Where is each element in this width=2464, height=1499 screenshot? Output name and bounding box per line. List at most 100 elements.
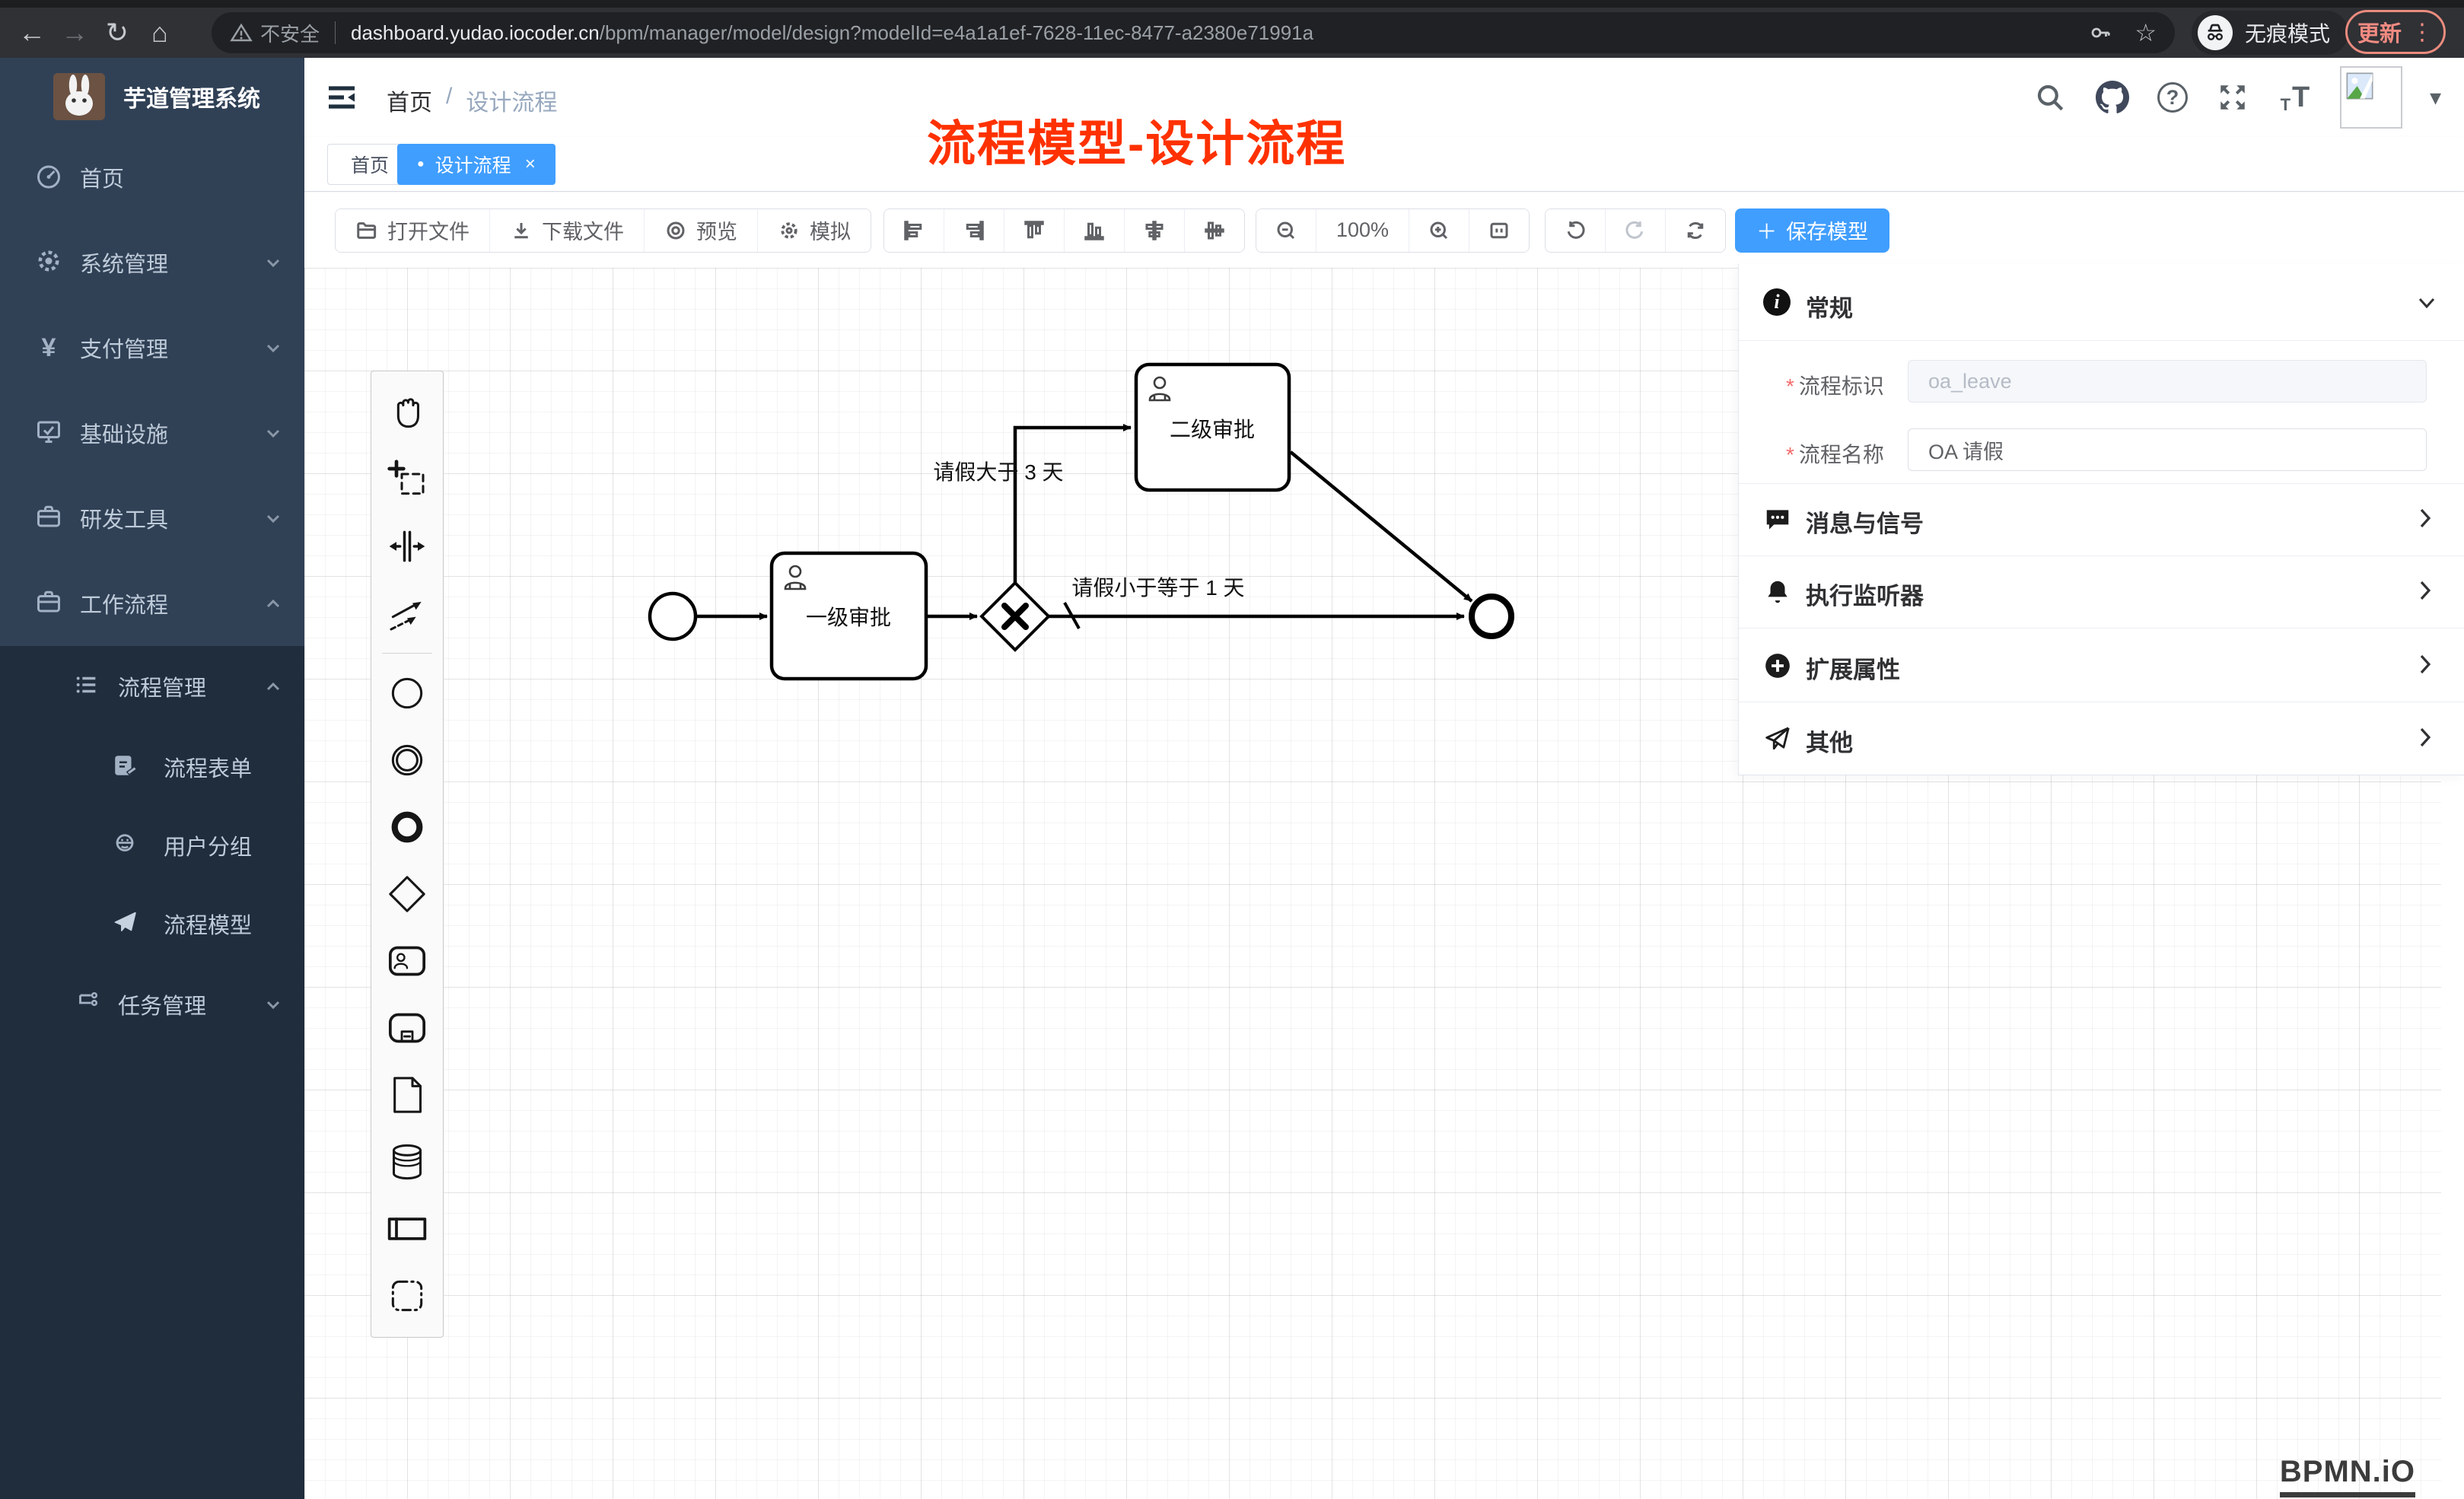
close-icon[interactable]: ×	[525, 154, 536, 175]
url-path: /bpm/manager/model/design?modelId=e4a1a1…	[600, 21, 1313, 45]
sidebar-item-process-mgmt[interactable]: 流程管理	[0, 646, 304, 727]
create-participant-icon[interactable]	[371, 1195, 443, 1262]
panel-section-messages[interactable]: 消息与信号	[1739, 484, 2464, 555]
breadcrumb-home[interactable]: 首页	[387, 84, 432, 117]
process-key-input[interactable]	[1908, 360, 2427, 403]
bookmark-star-icon[interactable]: ☆	[2135, 18, 2157, 47]
bpmn-io-watermark[interactable]: BPMN.iO	[2280, 1455, 2415, 1497]
create-start-event-icon[interactable]	[371, 660, 443, 727]
key-icon[interactable]	[2089, 21, 2112, 44]
panel-section-other[interactable]: 其他	[1739, 703, 2464, 775]
sidebar-item-workflow[interactable]: 工作流程	[0, 561, 304, 646]
create-subprocess-icon[interactable]	[371, 995, 443, 1061]
create-gateway-icon[interactable]	[371, 861, 443, 928]
create-end-event-icon[interactable]	[371, 794, 443, 861]
panel-section-extensions[interactable]: 扩展属性	[1739, 630, 2464, 702]
lasso-tool-icon[interactable]	[371, 446, 443, 513]
divider	[1739, 628, 2464, 629]
divider	[335, 21, 336, 44]
zoom-level[interactable]: 100%	[1316, 209, 1409, 252]
bpmn-palette	[371, 371, 444, 1338]
align-center-button[interactable]	[1125, 209, 1185, 252]
sidebar-item-home[interactable]: 首页	[0, 135, 304, 220]
end-event[interactable]	[1472, 597, 1511, 636]
avatar[interactable]	[2340, 66, 2402, 129]
page-header: 首页 / 设计流程 ? T T ▾	[304, 58, 2464, 137]
chevron-down-icon[interactable]	[2415, 291, 2438, 314]
preview-button[interactable]: 预览	[645, 209, 758, 252]
sidebar-item-task-mgmt[interactable]: 任务管理	[0, 964, 304, 1045]
browser-forward-icon[interactable]: →	[53, 17, 96, 49]
align-top-button[interactable]	[1004, 209, 1065, 252]
address-bar[interactable]: 不安全 dashboard.yudao.iocoder.cn/bpm/manag…	[212, 12, 2175, 53]
download-file-button[interactable]: 下载文件	[490, 209, 645, 252]
sidebar-item-payment[interactable]: ¥ 支付管理	[0, 305, 304, 390]
align-right-button[interactable]	[944, 209, 1004, 252]
user-task-level2[interactable]: 二级审批	[1136, 364, 1289, 490]
restart-button[interactable]	[1666, 209, 1725, 252]
zoom-out-button[interactable]	[1256, 209, 1316, 252]
chevron-right-icon	[2414, 579, 2437, 602]
undo-button[interactable]	[1546, 209, 1606, 252]
browser-update-button[interactable]: 更新 ⋮	[2345, 10, 2446, 54]
align-left-button[interactable]	[884, 209, 944, 252]
avatar-caret-icon[interactable]: ▾	[2430, 84, 2441, 111]
zoom-in-button[interactable]	[1409, 209, 1469, 252]
plus-circle-icon	[1763, 651, 1792, 680]
align-middle-button[interactable]	[1185, 209, 1244, 252]
chevron-down-icon	[262, 251, 285, 274]
search-icon[interactable]	[2033, 80, 2068, 115]
save-model-button[interactable]: ＋ 保存模型	[1735, 208, 1889, 253]
plus-icon: ＋	[1756, 215, 1777, 245]
create-group-icon[interactable]	[371, 1262, 443, 1329]
space-tool-icon[interactable]	[371, 513, 443, 580]
user-task-level1[interactable]: 一级审批	[772, 553, 926, 679]
process-name-input[interactable]	[1908, 428, 2427, 471]
incognito-label: 无痕模式	[2245, 18, 2330, 48]
sidebar-item-process-form[interactable]: 流程表单	[0, 727, 304, 807]
sidebar-collapse-icon[interactable]	[324, 79, 361, 116]
open-file-button[interactable]: 打开文件	[336, 209, 490, 252]
tab-design-process[interactable]: ● 设计流程 ×	[397, 144, 556, 185]
help-icon[interactable]: ?	[2157, 82, 2188, 113]
global-connect-tool-icon[interactable]	[371, 580, 443, 647]
create-intermediate-event-icon[interactable]	[371, 727, 443, 794]
sidebar-item-infrastructure[interactable]: 基础设施	[0, 390, 304, 476]
flow-task2-to-end	[1291, 452, 1472, 601]
sidebar-fill	[0, 1068, 304, 1499]
browser-home-icon[interactable]: ⌂	[138, 17, 181, 49]
sidebar-item-system[interactable]: 系统管理	[0, 220, 304, 305]
exclusive-gateway[interactable]	[982, 583, 1049, 650]
fullscreen-icon[interactable]	[2215, 80, 2250, 115]
create-data-object-icon[interactable]	[371, 1061, 443, 1128]
browser-back-icon[interactable]: ←	[11, 17, 53, 49]
zoom-fit-button[interactable]	[1469, 209, 1529, 252]
monitor-icon	[33, 418, 64, 449]
chevron-right-icon	[2414, 653, 2437, 676]
panel-section-listeners[interactable]: 执行监听器	[1739, 556, 2464, 628]
update-label: 更新	[2357, 16, 2402, 48]
create-user-task-icon[interactable]	[371, 928, 443, 995]
flow-gateway-to-task2	[1015, 428, 1131, 583]
incognito-badge: 无痕模式	[2192, 11, 2348, 55]
chevron-right-icon	[2414, 726, 2437, 749]
align-bottom-button[interactable]	[1065, 209, 1125, 252]
redo-button[interactable]	[1606, 209, 1666, 252]
app-logo-row[interactable]: 芋道管理系统	[0, 58, 304, 135]
security-label[interactable]: 不安全	[260, 19, 320, 47]
browser-reload-icon[interactable]: ↻	[96, 17, 138, 49]
panel-general-header[interactable]: i 常规	[1739, 264, 2464, 341]
sidebar-item-devtools[interactable]: 研发工具	[0, 476, 304, 561]
github-icon[interactable]	[2095, 80, 2130, 115]
document-edit-icon	[110, 753, 140, 782]
start-event[interactable]	[650, 594, 696, 639]
simulate-button[interactable]: 模拟	[758, 209, 871, 252]
kebab-menu-icon[interactable]: ⋮	[2411, 19, 2434, 46]
sidebar-item-user-group[interactable]: 用户分组	[0, 807, 304, 883]
breadcrumb-current: 设计流程	[466, 84, 557, 117]
font-size-icon[interactable]: T T	[2278, 80, 2313, 115]
sidebar-item-process-model[interactable]: 流程模型	[0, 883, 304, 964]
create-data-store-icon[interactable]	[371, 1128, 443, 1195]
hand-tool-icon[interactable]	[371, 379, 443, 446]
field-process-key-label: *流程标识	[1786, 370, 1900, 400]
